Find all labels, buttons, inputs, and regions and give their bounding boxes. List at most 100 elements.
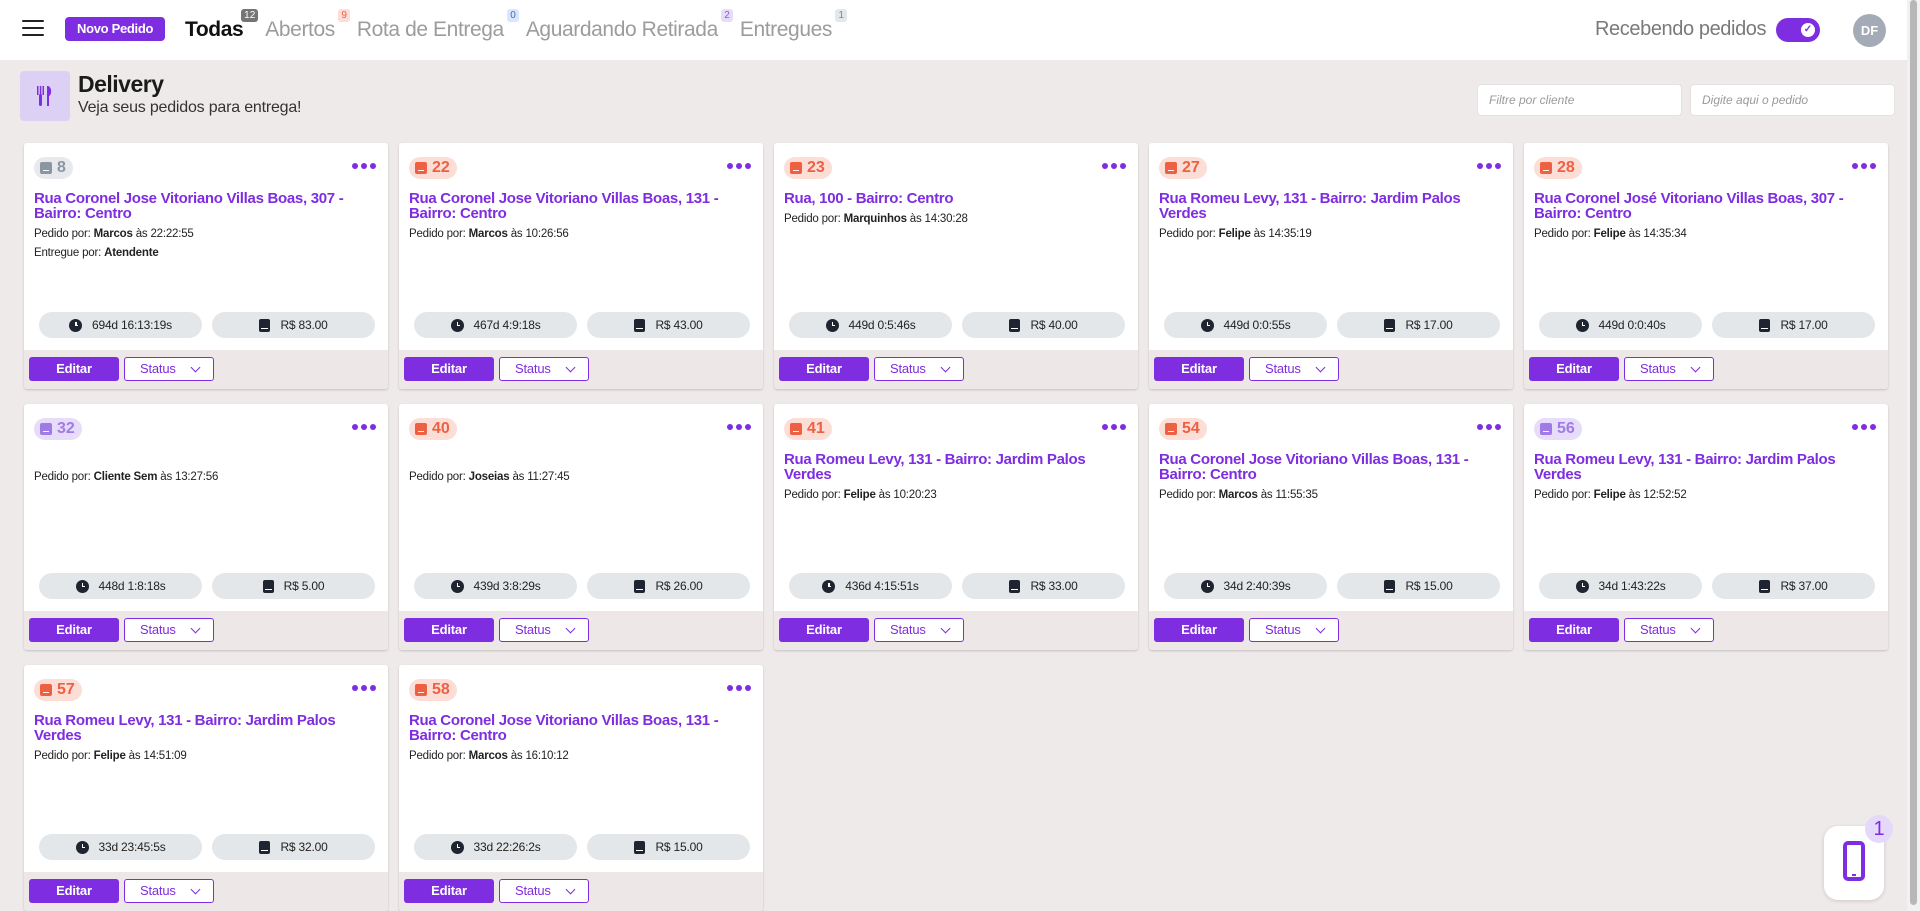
order-icon <box>40 423 52 435</box>
edit-button[interactable]: Editar <box>779 618 869 642</box>
order-time: 13:27:56 <box>175 471 219 483</box>
order-time: 14:35:34 <box>1643 228 1687 240</box>
order-time: 10:26:56 <box>525 228 569 240</box>
order-time: 11:55:35 <box>1275 489 1318 501</box>
tab-rota-de-entrega[interactable]: Rota de Entrega 0 <box>357 9 519 42</box>
edit-button[interactable]: Editar <box>779 357 869 381</box>
more-options-icon[interactable] <box>727 163 751 169</box>
edit-button[interactable]: Editar <box>29 357 119 381</box>
order-icon <box>1540 162 1552 174</box>
order-card: 32 Pedido por: Cliente Sem às 13:27:56 448… <box>24 404 388 650</box>
more-options-icon[interactable] <box>1102 424 1126 430</box>
order-icon <box>40 162 52 174</box>
ordered-by-label: Pedido por: <box>1534 228 1591 240</box>
edit-button[interactable]: Editar <box>29 879 119 903</box>
ordered-by-line: Pedido por: Marquinhos às 14:30:28 <box>784 213 1124 225</box>
customer-name: Felipe <box>1593 228 1626 240</box>
tab-entregues[interactable]: Entregues 1 <box>740 9 847 42</box>
order-total-pill: R$ 43.00 <box>587 312 750 338</box>
status-dropdown[interactable]: Status <box>1249 357 1339 381</box>
edit-button[interactable]: Editar <box>29 618 119 642</box>
status-dropdown[interactable]: Status <box>499 879 589 903</box>
order-details: Rua Coronel José Vitoriano Villas Boas, … <box>1534 191 1874 240</box>
card-actions: Editar Status <box>24 350 388 389</box>
order-number: 8 <box>57 159 66 176</box>
order-address-link[interactable]: Rua Coronel Jose Vitoriano Villas Boas, … <box>409 191 749 221</box>
hamburger-menu-icon[interactable] <box>22 20 44 38</box>
ordered-by-line: Pedido por: Marcos às 16:10:12 <box>409 750 749 762</box>
order-total-pill: R$ 17.00 <box>1337 312 1500 338</box>
user-avatar[interactable]: DF <box>1853 14 1886 47</box>
client-filter-input[interactable] <box>1477 84 1682 116</box>
order-address-link[interactable]: Rua Romeu Levy, 131 - Bairro: Jardim Pal… <box>34 713 374 743</box>
more-options-icon[interactable] <box>1852 424 1876 430</box>
tab-todas[interactable]: Todas 12 <box>185 9 259 42</box>
more-options-icon[interactable] <box>1852 163 1876 169</box>
status-label: Status <box>515 361 551 376</box>
order-address-link[interactable]: Rua Romeu Levy, 131 - Bairro: Jardim Pal… <box>784 452 1124 482</box>
receiving-orders-label: Recebendo pedidos <box>1595 18 1767 40</box>
status-dropdown[interactable]: Status <box>499 618 589 642</box>
edit-button[interactable]: Editar <box>1154 618 1244 642</box>
status-dropdown[interactable]: Status <box>124 357 214 381</box>
edit-button[interactable]: Editar <box>404 618 494 642</box>
edit-button[interactable]: Editar <box>1154 357 1244 381</box>
more-options-icon[interactable] <box>352 424 376 430</box>
more-options-icon[interactable] <box>352 685 376 691</box>
at-label: às <box>1628 489 1641 501</box>
status-dropdown[interactable]: Status <box>1624 357 1714 381</box>
edit-button[interactable]: Editar <box>1529 357 1619 381</box>
status-dropdown[interactable]: Status <box>1624 618 1714 642</box>
ordered-by-line: Pedido por: Cliente Sem às 13:27:56 <box>34 471 374 483</box>
card-actions: Editar Status <box>399 872 763 911</box>
order-address-link[interactable]: Rua Romeu Levy, 131 - Bairro: Jardim Pal… <box>1159 191 1499 221</box>
new-order-button[interactable]: Novo Pedido <box>65 17 166 41</box>
ordered-by-line: Pedido por: Felipe às 14:35:19 <box>1159 228 1499 240</box>
status-dropdown[interactable]: Status <box>124 618 214 642</box>
elapsed-time-pill: 467d 4:9:18s <box>414 312 577 338</box>
at-label: às <box>1260 489 1273 501</box>
order-address-link[interactable]: Rua, 100 - Bairro: Centro <box>784 191 1124 206</box>
status-dropdown[interactable]: Status <box>499 357 589 381</box>
order-number: 54 <box>1182 420 1200 437</box>
order-number-badge: 40 <box>409 418 457 440</box>
order-search-input[interactable] <box>1690 84 1895 116</box>
receipt-icon <box>634 840 646 854</box>
tab-count-badge: 9 <box>338 9 350 22</box>
more-options-icon[interactable] <box>1477 163 1501 169</box>
status-dropdown[interactable]: Status <box>1249 618 1339 642</box>
more-options-icon[interactable] <box>352 163 376 169</box>
receiving-orders-toggle[interactable]: ✓ <box>1776 18 1820 42</box>
status-dropdown[interactable]: Status <box>874 357 964 381</box>
more-options-icon[interactable] <box>727 685 751 691</box>
order-number: 23 <box>807 159 825 176</box>
clock-icon <box>1200 579 1214 593</box>
edit-button[interactable]: Editar <box>404 357 494 381</box>
page-scrollbar[interactable] <box>1907 0 1920 911</box>
edit-button[interactable]: Editar <box>404 879 494 903</box>
status-dropdown[interactable]: Status <box>874 618 964 642</box>
order-address-link[interactable]: Rua Coronel Jose Vitoriano Villas Boas, … <box>34 191 374 221</box>
at-label: às <box>512 471 525 483</box>
at-label: às <box>128 750 141 762</box>
delivery-icon <box>20 71 70 121</box>
status-label: Status <box>1640 622 1676 637</box>
order-total-pill: R$ 17.00 <box>1712 312 1875 338</box>
ordered-by-line: Pedido por: Felipe às 14:51:09 <box>34 750 374 762</box>
status-dropdown[interactable]: Status <box>124 879 214 903</box>
order-address-link[interactable]: Rua Romeu Levy, 131 - Bairro: Jardim Pal… <box>1534 452 1874 482</box>
tab-label: Abertos <box>265 18 335 41</box>
order-time: 14:35:19 <box>1268 228 1312 240</box>
more-options-icon[interactable] <box>727 424 751 430</box>
scrollbar-thumb[interactable] <box>1910 0 1917 905</box>
order-card: 23 Rua, 100 - Bairro: Centro Pedido por: M… <box>774 143 1138 389</box>
order-address-link[interactable]: Rua Coronel José Vitoriano Villas Boas, … <box>1534 191 1874 221</box>
tab-abertos[interactable]: Abertos 9 <box>265 9 350 42</box>
order-address-link[interactable]: Rua Coronel Jose Vitoriano Villas Boas, … <box>409 713 749 743</box>
more-options-icon[interactable] <box>1477 424 1501 430</box>
edit-button[interactable]: Editar <box>1529 618 1619 642</box>
tab-aguardando-retirada[interactable]: Aguardando Retirada 2 <box>526 9 733 42</box>
more-options-icon[interactable] <box>1102 163 1126 169</box>
elapsed-time: 439d 3:8:29s <box>473 579 541 593</box>
order-address-link[interactable]: Rua Coronel Jose Vitoriano Villas Boas, … <box>1159 452 1499 482</box>
